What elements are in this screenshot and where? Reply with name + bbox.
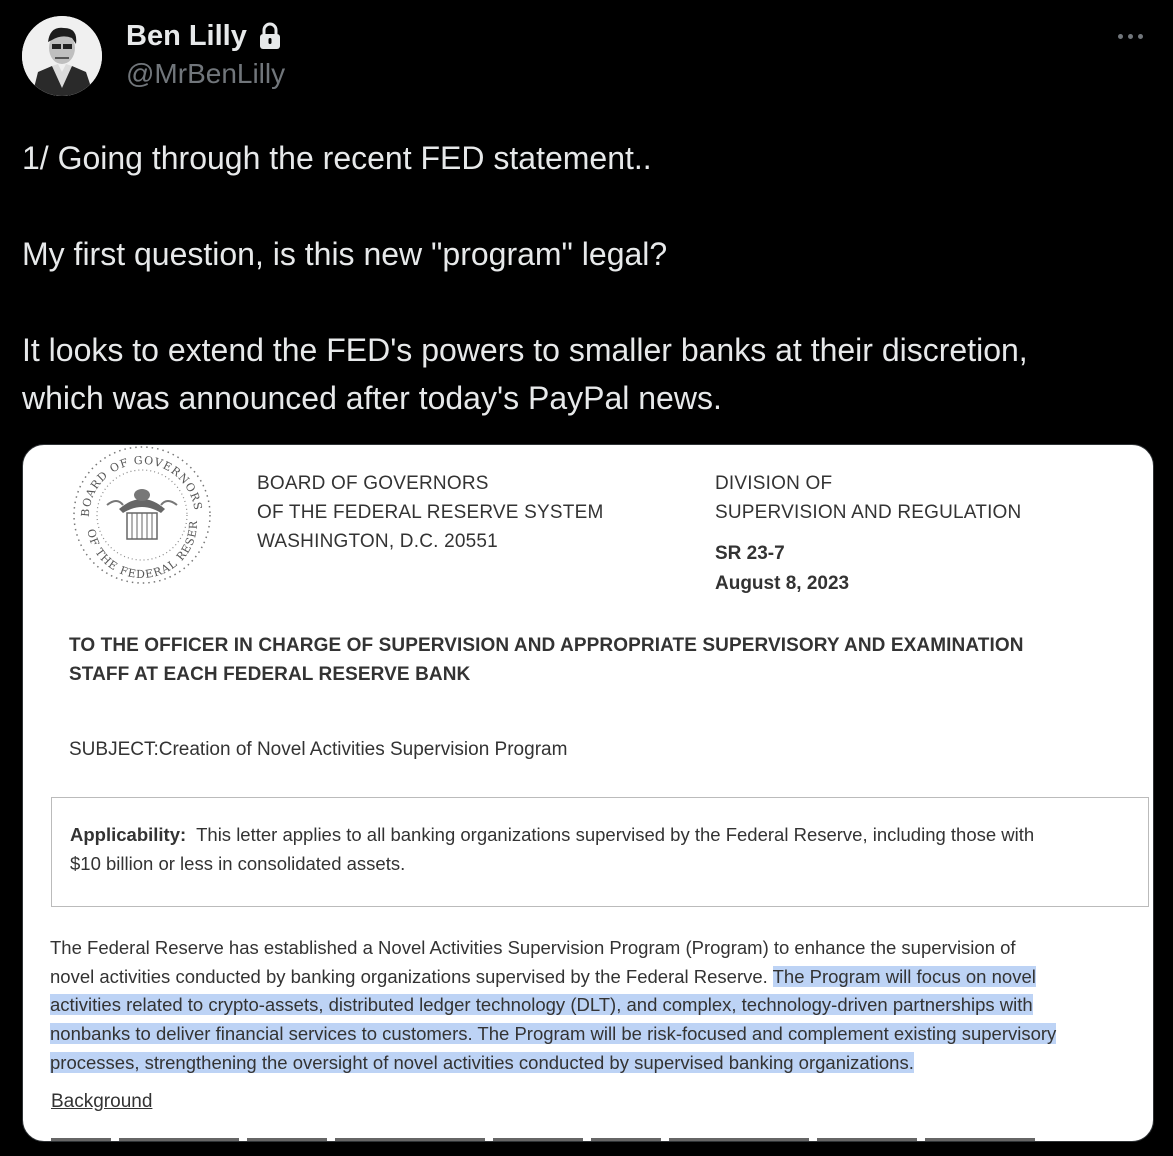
letterhead-left: BOARD OF GOVERNORS OF THE FEDERAL RESERV… bbox=[257, 469, 603, 556]
highlighted-text: activities related to crypto-assets, dis… bbox=[50, 994, 1033, 1016]
dot-icon bbox=[1117, 33, 1123, 39]
cut-off-text bbox=[51, 1133, 1051, 1141]
tweet-image[interactable]: BOARD OF GOVERNORS OF THE FEDERAL RESERV… bbox=[22, 444, 1154, 1142]
federal-reserve-seal: BOARD OF GOVERNORS OF THE FEDERAL RESERV… bbox=[61, 445, 217, 584]
highlighted-text: nonbanks to deliver financial services t… bbox=[50, 1023, 1057, 1045]
subject-line: SUBJECT:Creation of Novel Activities Sup… bbox=[69, 739, 568, 760]
lock-icon bbox=[257, 22, 283, 50]
addressee-line: STAFF AT EACH FEDERAL RESERVE BANK bbox=[69, 664, 471, 685]
background-heading: Background bbox=[51, 1091, 153, 1112]
applicability-box: Applicability: This letter applies to al… bbox=[51, 797, 1149, 907]
tweet-line: which was announced after today's PayPal… bbox=[22, 380, 722, 416]
tweet-line: My first question, is this new "program"… bbox=[22, 236, 668, 272]
author-names: Ben Lilly @MrBenLilly bbox=[126, 18, 285, 94]
letterhead-right: DIVISION OF SUPERVISION AND REGULATION bbox=[715, 469, 1021, 527]
fed-letter-document: BOARD OF GOVERNORS OF THE FEDERAL RESERV… bbox=[23, 445, 1153, 1141]
more-options-button[interactable] bbox=[1108, 18, 1152, 54]
letterhead-line: OF THE FEDERAL RESERVE SYSTEM bbox=[257, 502, 604, 523]
letterhead-line: BOARD OF GOVERNORS bbox=[257, 473, 489, 494]
sr-number: SR 23-7 bbox=[715, 543, 785, 564]
highlighted-text: processes, strengthening the oversight o… bbox=[50, 1051, 914, 1073]
tweet-line: It looks to extend the FED's powers to s… bbox=[22, 332, 1028, 368]
author-name-text[interactable]: Ben Lilly bbox=[126, 18, 247, 54]
highlighted-text: The Program will focus on novel bbox=[772, 965, 1036, 987]
applicability-label: Applicability: bbox=[70, 824, 187, 845]
body-line: novel activities conducted by banking or… bbox=[50, 965, 768, 987]
letterhead-line: WASHINGTON, D.C. 20551 bbox=[257, 531, 498, 552]
tweet-text: 1/ Going through the recent FED statemen… bbox=[22, 134, 1162, 422]
body-paragraph: The Federal Reserve has established a No… bbox=[50, 934, 1146, 1078]
letterhead-line: DIVISION OF bbox=[715, 473, 833, 494]
author-handle[interactable]: @MrBenLilly bbox=[126, 54, 285, 94]
dot-icon bbox=[1137, 33, 1143, 39]
letterhead-line: SUPERVISION AND REGULATION bbox=[715, 502, 1022, 523]
avatar[interactable] bbox=[22, 16, 102, 96]
body-line: The Federal Reserve has established a No… bbox=[50, 937, 1016, 958]
tweet-line: 1/ Going through the recent FED statemen… bbox=[22, 140, 652, 176]
letter-date: August 8, 2023 bbox=[715, 573, 850, 594]
applicability-text: This letter applies to all banking organ… bbox=[196, 824, 1035, 845]
addressee: TO THE OFFICER IN CHARGE OF SUPERVISION … bbox=[69, 631, 1109, 689]
author-display-name[interactable]: Ben Lilly bbox=[126, 18, 285, 54]
dot-icon bbox=[1127, 33, 1133, 39]
addressee-line: TO THE OFFICER IN CHARGE OF SUPERVISION … bbox=[69, 635, 1024, 656]
applicability-text: $10 billion or less in consolidated asse… bbox=[70, 853, 406, 874]
sr-block: SR 23-7 August 8, 2023 bbox=[715, 539, 849, 599]
tweet-header: Ben Lilly @MrBenLilly bbox=[22, 16, 1152, 96]
